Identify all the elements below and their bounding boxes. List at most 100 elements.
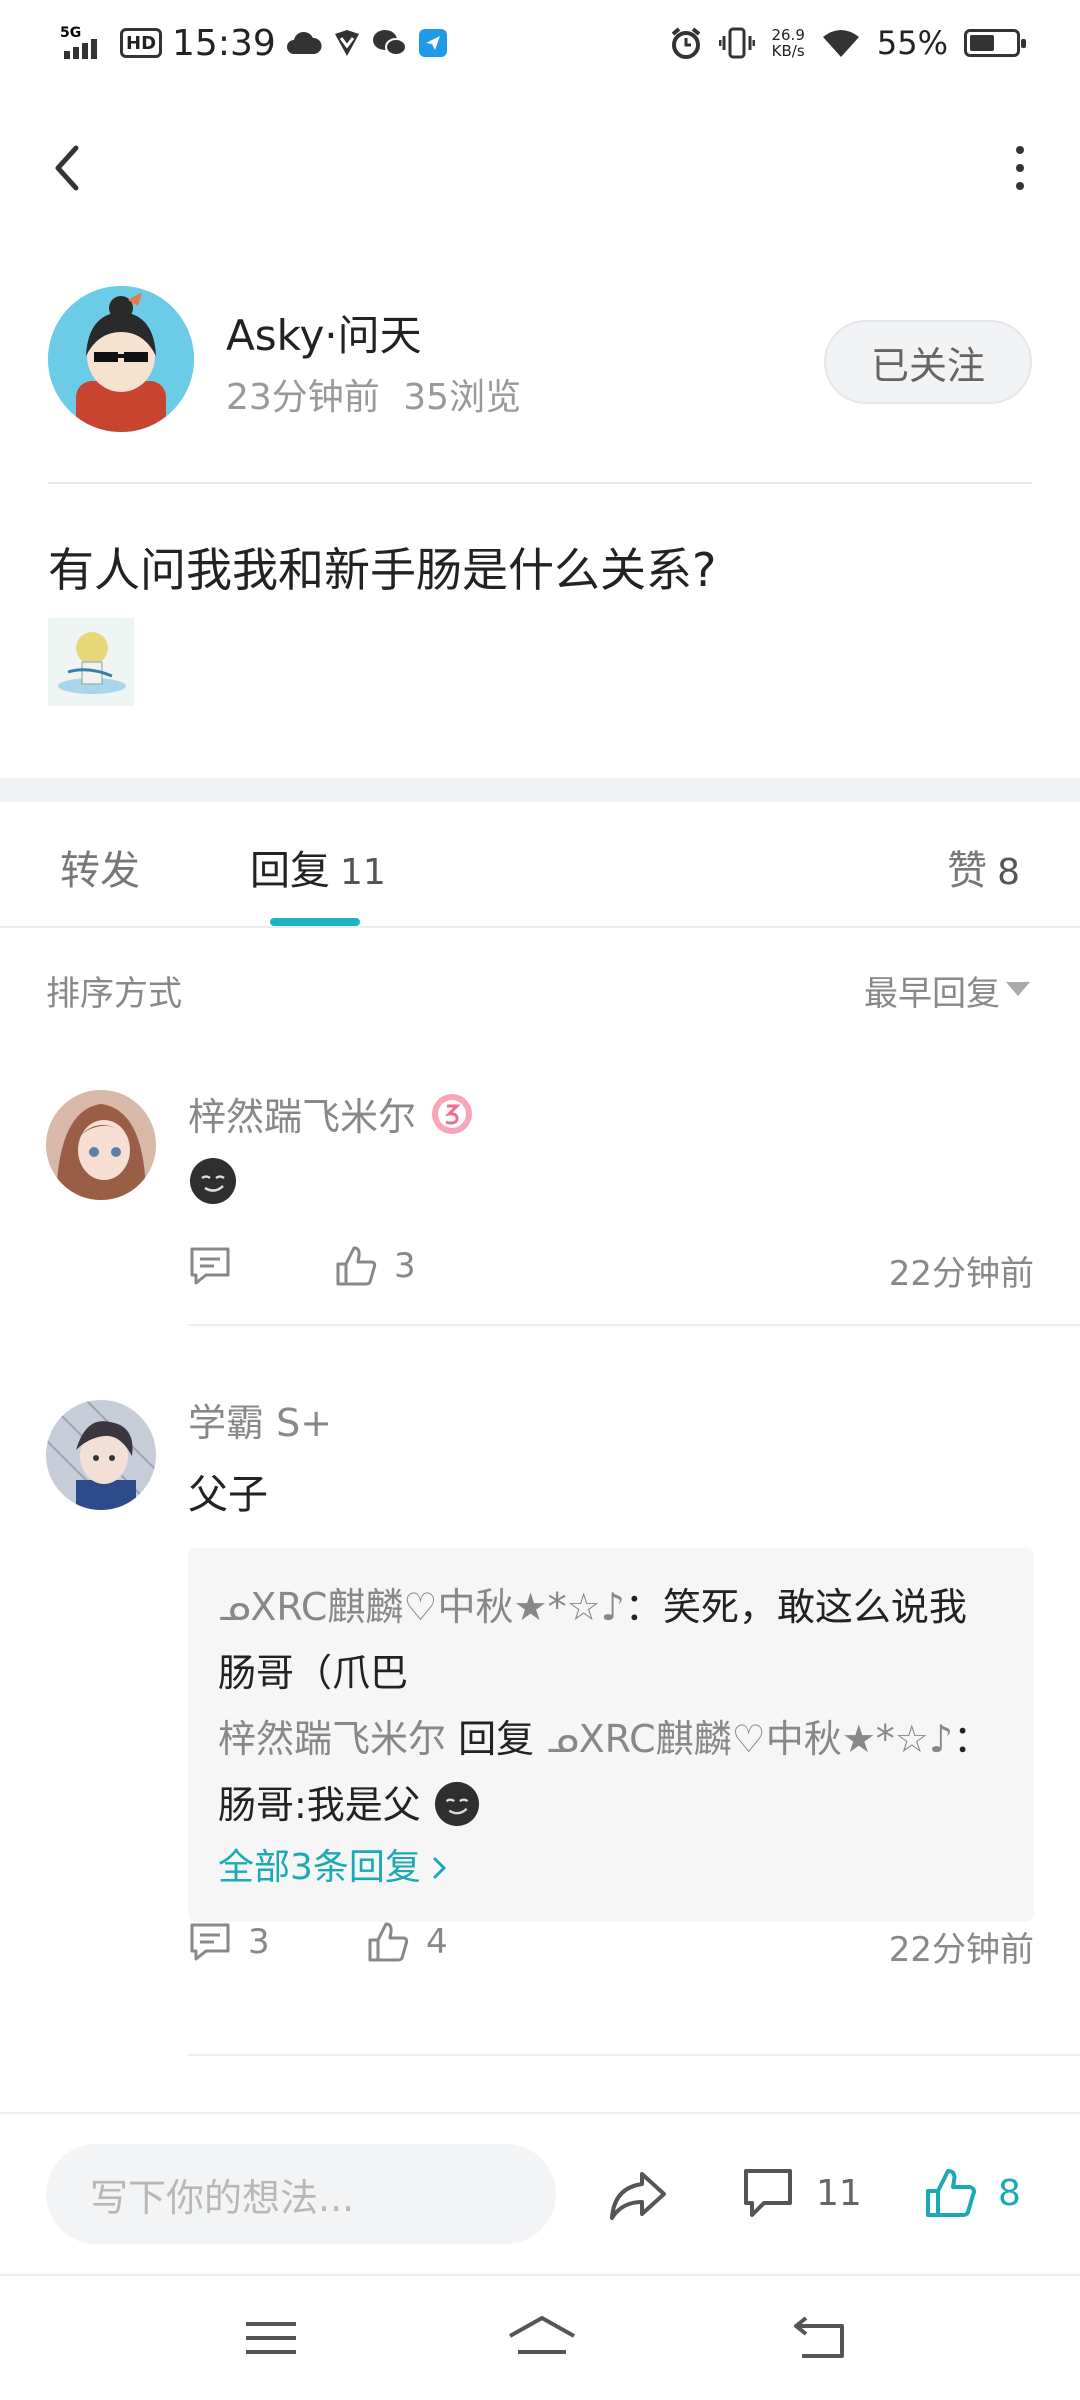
vibrate-icon — [719, 26, 756, 60]
commenter-avatar[interactable] — [46, 1400, 156, 1510]
reply-item: ᓄXRC麒麟♡中秋★*☆♪：笑死，敢这么说我肠哥（爪巴 — [218, 1585, 967, 1695]
reply-preview[interactable]: ᓄXRC麒麟♡中秋★*☆♪：笑死，敢这么说我肠哥（爪巴 梓然踹飞米尔 回复 ᓄX… — [188, 1548, 1034, 1922]
thumbs-up-icon — [926, 2169, 976, 2217]
network-type: 5G — [60, 25, 81, 41]
alarm-icon — [669, 26, 703, 60]
share-icon — [610, 2172, 666, 2220]
post-image[interactable] — [48, 618, 134, 706]
wechat-icon — [372, 28, 408, 58]
system-nav-bar — [0, 2274, 1080, 2400]
hd-icon: HD — [120, 28, 163, 58]
menu-button[interactable] — [236, 2306, 306, 2370]
post-author: Asky·问天 23分钟前 35浏览 已关注 — [48, 286, 1032, 436]
follow-button[interactable]: 已关注 — [824, 320, 1032, 404]
sort-label: 排序方式 — [46, 974, 182, 1014]
comment-time: 22分钟前 — [888, 1930, 1034, 1970]
like-button[interactable]: 4 — [366, 1912, 448, 1972]
reply-target[interactable]: ᓄXRC麒麟♡中秋★*☆♪ — [546, 1717, 953, 1761]
caret-down-icon[interactable] — [1006, 982, 1030, 996]
comments-count: 11 — [816, 2172, 862, 2214]
shield-icon — [332, 28, 362, 58]
thumbs-up-icon — [368, 1922, 409, 1962]
section-separator — [0, 778, 1080, 802]
tab-reply[interactable]: 回复 11 — [250, 838, 386, 896]
battery-percent: 55% — [876, 24, 948, 62]
net-speed: 26.9 KB/s — [771, 26, 805, 60]
battery-icon — [964, 29, 1026, 57]
like-count: 4 — [426, 1922, 448, 1962]
back-nav-button[interactable] — [784, 2306, 854, 2370]
author-name[interactable]: Asky·问天 — [226, 302, 422, 363]
author-avatar[interactable] — [48, 286, 194, 432]
clock: 15:39 — [172, 22, 276, 64]
reply-button[interactable]: 3 — [188, 1912, 270, 1972]
reply-text: 肠哥:我是父 — [218, 1783, 421, 1827]
post-time: 23分钟前 — [226, 377, 380, 418]
comments-button[interactable]: 11 — [740, 2160, 862, 2226]
divider — [188, 1324, 1080, 1326]
post-meta: 23分钟前 35浏览 — [226, 368, 521, 420]
tab-forward[interactable]: 转发 — [60, 838, 140, 896]
signal-icon: 5G — [60, 23, 110, 63]
reply-button[interactable] — [188, 1236, 232, 1296]
reply-item: 梓然踹飞米尔 回复 ᓄXRC麒麟♡中秋★*☆♪：肠哥:我是父 — [218, 1717, 992, 1827]
reply-word: 回复 — [458, 1717, 535, 1761]
comment-count: 3 — [248, 1922, 270, 1962]
comment-icon — [190, 1247, 230, 1285]
tab-like[interactable]: 赞8 — [947, 838, 1020, 896]
comment-time: 22分钟前 — [888, 1254, 1034, 1294]
post-title: 有人问我我和新手肠是什么关系? — [48, 543, 717, 597]
share-button[interactable] — [604, 2162, 670, 2228]
tab-reply-count: 11 — [340, 852, 386, 893]
post-tabs: 转发 回复 11 赞8 — [0, 802, 1080, 928]
smirk-emoji-icon — [190, 1158, 236, 1204]
status-bar: 5G HD 15:39 26.9 KB/s 55% — [0, 0, 1080, 84]
thumbs-up-icon — [336, 1246, 377, 1286]
comment-item: 梓然踹飞米尔 3 22分钟前 — [0, 1086, 1080, 1326]
app-notification-icon — [418, 28, 448, 58]
post-views: 35浏览 — [403, 377, 522, 418]
chevron-right-icon — [432, 1856, 447, 1880]
chevron-left-icon — [55, 145, 79, 191]
back-icon — [794, 2316, 844, 2358]
like-button[interactable]: 3 — [334, 1236, 416, 1296]
commenter-avatar[interactable] — [46, 1090, 156, 1200]
comment-input[interactable]: 写下你的想法... — [46, 2144, 556, 2244]
home-icon — [509, 2316, 575, 2354]
comment-item: 学霸 S+ 父子 ᓄXRC麒麟♡中秋★*☆♪：笑死，敢这么说我肠哥（爪巴 梓然踹… — [0, 1392, 1080, 2062]
like-post-button[interactable]: 8 — [922, 2160, 1021, 2226]
like-count: 3 — [394, 1246, 416, 1286]
tab-indicator — [270, 918, 360, 926]
smirk-emoji-icon — [434, 1781, 479, 1827]
likes-count: 8 — [998, 2172, 1021, 2214]
reply-author[interactable]: ᓄXRC麒麟♡中秋★*☆♪ — [218, 1585, 625, 1629]
wifi-icon — [821, 27, 861, 59]
sort-bar: 排序方式 最早回复 — [0, 960, 1080, 1020]
level-badge-icon — [432, 1093, 473, 1134]
divider — [48, 482, 1032, 484]
back-button[interactable] — [40, 138, 100, 198]
bottom-action-bar: 写下你的想法... 11 8 — [0, 2112, 1080, 2274]
cloud-icon — [286, 28, 322, 58]
sort-dropdown[interactable]: 最早回复 — [864, 966, 1000, 1015]
commenter-name[interactable]: 学霸 S+ — [188, 1392, 332, 1447]
more-vertical-icon — [1016, 146, 1024, 154]
home-button[interactable] — [502, 2306, 582, 2370]
reply-author[interactable]: 梓然踹飞米尔 — [218, 1717, 446, 1761]
comment-text: 父子 — [188, 1472, 268, 1518]
view-all-replies-link[interactable]: 全部3条回复 — [218, 1838, 1004, 1898]
divider — [0, 926, 1080, 928]
comment-actions: 3 22分钟前 — [188, 1236, 1034, 1296]
comment-icon — [190, 1923, 230, 1961]
tab-like-count: 8 — [997, 852, 1020, 893]
divider — [188, 2054, 1080, 2056]
tab-like-label: 赞 — [947, 848, 988, 894]
comment-icon — [744, 2169, 792, 2217]
comment-actions: 3 4 22分钟前 — [188, 1912, 1034, 1972]
more-options-button[interactable] — [990, 138, 1050, 198]
comment-text — [188, 1156, 238, 1216]
tab-reply-label: 回复 — [250, 848, 330, 894]
top-bar — [0, 120, 1080, 216]
menu-icon — [246, 2322, 296, 2354]
commenter-name[interactable]: 梓然踹飞米尔 — [188, 1086, 474, 1141]
